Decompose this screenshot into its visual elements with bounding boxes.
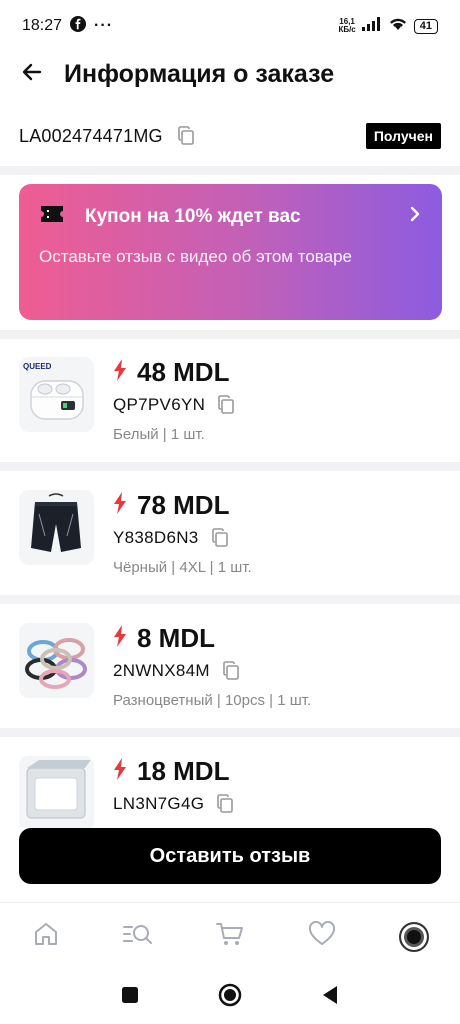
sku-row: Y838D6N3 <box>113 527 252 549</box>
copy-icon[interactable] <box>175 125 197 147</box>
brand-text: QUEED <box>23 362 52 371</box>
system-nav-bar <box>0 970 460 1024</box>
item-sku: QP7PV6YN <box>113 395 206 414</box>
signal-icon <box>361 16 382 36</box>
recent-apps-button[interactable] <box>110 977 150 1017</box>
page-title: Информация о заказе <box>64 59 335 88</box>
copy-icon[interactable] <box>215 394 237 416</box>
product-thumbnail[interactable]: QUEED <box>19 357 94 432</box>
status-right: 16,1 КБ/с 41 <box>338 16 438 36</box>
back-system-button[interactable] <box>310 977 350 1017</box>
notification-dots: ··· <box>94 17 114 34</box>
facebook-icon <box>70 15 87 37</box>
item-info: 8 MDL 2NWNX84M Разноцветный | 10pcs | 1 … <box>113 623 311 709</box>
item-price: 48 MDL <box>137 357 230 387</box>
price-row: 78 MDL <box>113 490 252 521</box>
divider <box>0 595 460 604</box>
home-system-button[interactable] <box>210 977 250 1017</box>
chevron-right-icon <box>408 206 422 227</box>
order-id-group: LA002474471MG <box>19 125 197 147</box>
order-row: LA002474471MG Получен <box>0 118 460 154</box>
coupon-title-wrap: Купон на 10% ждет вас <box>39 204 301 229</box>
copy-icon[interactable] <box>220 660 242 682</box>
avatar <box>399 921 429 952</box>
leave-review-button[interactable]: Оставить отзыв <box>19 828 441 884</box>
nav-wishlist[interactable] <box>292 907 352 967</box>
ticket-icon <box>39 204 65 229</box>
battery-indicator: 41 <box>413 18 438 34</box>
item-price: 18 MDL <box>137 756 230 786</box>
item-sku: 2NWNX84M <box>113 661 210 680</box>
item-variant: Чёрный | 4XL | 1 шт. <box>113 559 252 576</box>
item-info: 78 MDL Y838D6N3 Чёрный | 4XL | 1 шт. <box>113 490 252 576</box>
lightning-icon <box>113 359 127 386</box>
status-bar: 18:27 ··· 16,1 КБ/с 41 <box>0 0 460 52</box>
nav-categories[interactable] <box>108 907 168 967</box>
sku-row: QP7PV6YN <box>113 394 237 416</box>
item-sku: Y838D6N3 <box>113 528 199 547</box>
heart-icon <box>308 920 336 952</box>
nav-profile[interactable] <box>384 907 444 967</box>
sku-row: 2NWNX84M <box>113 660 311 682</box>
item-variant: Разноцветный | 10pcs | 1 шт. <box>113 692 312 709</box>
list-item[interactable]: QUEED 48 MDL QP7PV6YN Белый | 1 шт. <box>0 339 460 464</box>
triangle-back-icon <box>321 985 339 1010</box>
wifi-icon <box>388 16 408 36</box>
coupon-subtitle: Оставьте отзыв с видео об этом товаре <box>39 247 352 266</box>
sku-row: LN3N7G4G <box>113 793 236 815</box>
status-time: 18:27 <box>22 17 63 34</box>
product-thumbnail[interactable] <box>19 623 94 698</box>
coupon-title: Купон на 10% ждет вас <box>85 205 301 227</box>
product-thumbnail[interactable] <box>19 490 94 565</box>
divider <box>0 330 460 339</box>
price-row: 48 MDL <box>113 357 237 388</box>
bottom-nav <box>0 902 460 970</box>
status-badge: Получен <box>365 123 441 149</box>
search-list-icon <box>122 920 154 953</box>
header: Информация о заказе <box>0 52 460 96</box>
coupon-top: Купон на 10% ждет вас <box>39 204 422 229</box>
nav-home[interactable] <box>16 907 76 967</box>
item-sku: LN3N7G4G <box>113 794 205 813</box>
divider <box>0 728 460 737</box>
price-row: 8 MDL <box>113 623 311 654</box>
order-id: LA002474471MG <box>19 125 163 146</box>
price-row: 18 MDL <box>113 756 236 787</box>
list-item[interactable]: 8 MDL 2NWNX84M Разноцветный | 10pcs | 1 … <box>0 605 460 730</box>
list-item[interactable]: 78 MDL Y838D6N3 Чёрный | 4XL | 1 шт. <box>0 472 460 597</box>
lightning-icon <box>113 625 127 652</box>
item-info: 18 MDL LN3N7G4G <box>113 756 236 815</box>
net-speed: 16,1 КБ/с <box>338 18 355 34</box>
lightning-icon <box>113 492 127 519</box>
item-info: 48 MDL QP7PV6YN Белый | 1 шт. <box>113 357 237 443</box>
copy-icon[interactable] <box>214 793 236 815</box>
lightning-icon <box>113 758 127 785</box>
circle-icon <box>218 983 242 1012</box>
cart-icon <box>215 920 245 953</box>
copy-icon[interactable] <box>209 527 231 549</box>
arrow-left-icon <box>20 60 44 89</box>
status-left: 18:27 ··· <box>22 15 114 37</box>
nav-cart[interactable] <box>200 907 260 967</box>
divider <box>0 462 460 471</box>
net-speed-unit: КБ/с <box>338 25 356 34</box>
item-price: 78 MDL <box>137 490 230 520</box>
divider <box>0 166 460 175</box>
home-icon <box>32 920 60 953</box>
item-price: 8 MDL <box>137 623 215 653</box>
list-item[interactable]: 18 MDL LN3N7G4G <box>0 738 460 828</box>
square-icon <box>121 986 139 1009</box>
coupon-banner[interactable]: Купон на 10% ждет вас Оставьте отзыв с в… <box>19 184 442 320</box>
item-variant: Белый | 1 шт. <box>113 426 205 443</box>
product-thumbnail[interactable] <box>19 756 94 828</box>
back-button[interactable] <box>0 52 64 96</box>
